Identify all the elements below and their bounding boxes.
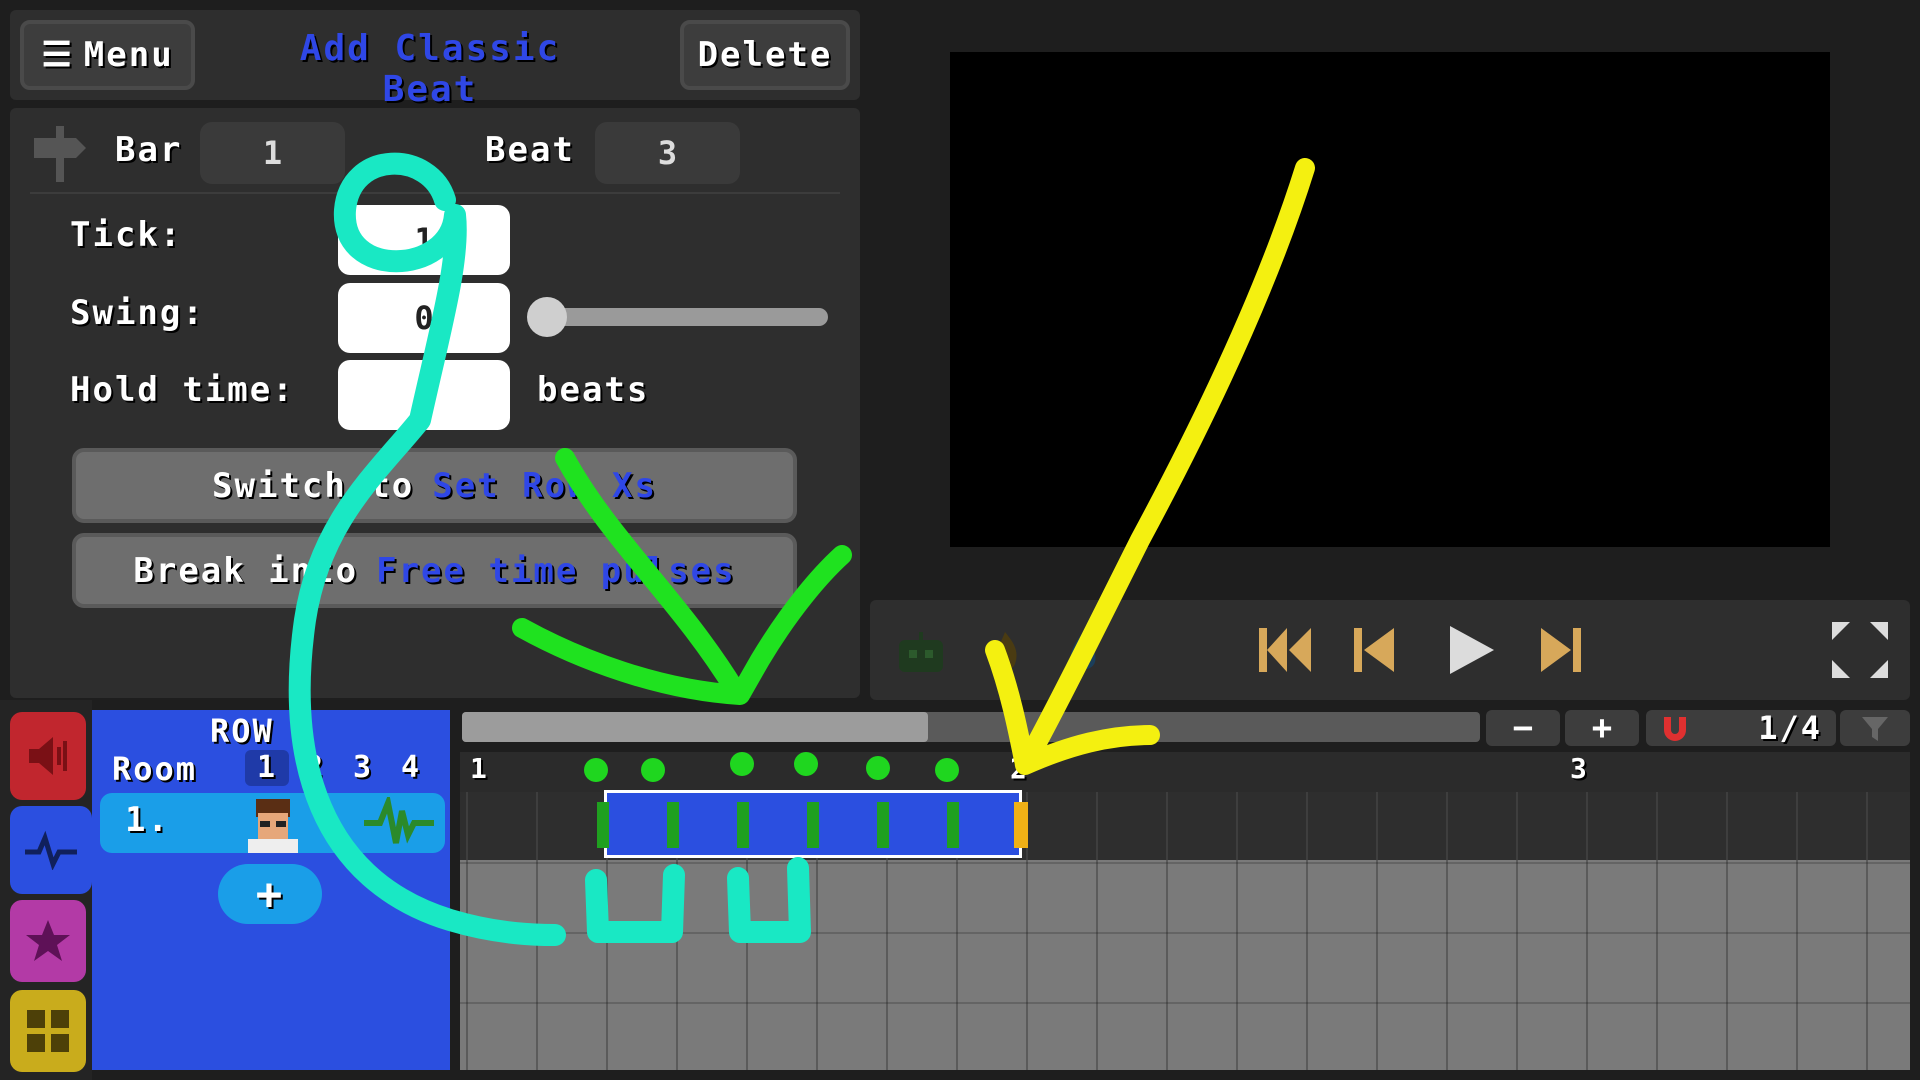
room-2-button[interactable]: 2 xyxy=(293,750,337,786)
magnet-icon xyxy=(1664,717,1686,741)
room-selector: 1 2 3 4 xyxy=(245,750,435,786)
switch-to-set-row-xs-button[interactable]: Switch to Set Row Xs xyxy=(72,448,797,523)
zoom-in-button[interactable]: + xyxy=(1565,708,1639,748)
filter-icon xyxy=(1862,717,1888,741)
robot-icon[interactable] xyxy=(895,630,947,676)
row-waveform-icon xyxy=(362,792,436,849)
preview-screen xyxy=(950,52,1830,547)
menu-button[interactable]: ☰ Menu xyxy=(20,20,195,90)
bar-marker-3: 3 xyxy=(1570,752,1589,785)
speaker-icon xyxy=(29,737,67,775)
menu-label: Menu xyxy=(83,35,174,75)
break-into-free-time-pulses-button[interactable]: Break into Free time pulses xyxy=(72,533,797,608)
beat-dot xyxy=(866,756,890,780)
break-prefix: Break into xyxy=(133,550,359,591)
room-label: Room xyxy=(112,750,198,788)
beat-dot xyxy=(794,752,818,776)
beat-tick xyxy=(597,802,609,848)
swing-label: Swing: xyxy=(70,293,205,333)
divider xyxy=(30,192,840,194)
beat-label: Beat xyxy=(485,130,575,170)
tick-label: Tick: xyxy=(70,215,183,255)
hold-time-label: Hold time: xyxy=(70,370,295,410)
tab-actions[interactable] xyxy=(10,900,86,982)
tab-sounds[interactable] xyxy=(10,712,86,800)
beat-tick xyxy=(947,802,959,848)
zoom-out-button[interactable]: − xyxy=(1486,708,1560,748)
step-forward-icon[interactable] xyxy=(1535,620,1585,680)
row-number: 1. xyxy=(125,800,170,840)
swing-field[interactable]: 0 xyxy=(338,283,510,353)
heartbeat-icon xyxy=(25,830,77,870)
beat-dot xyxy=(641,758,665,782)
delete-button[interactable]: Delete xyxy=(680,20,850,90)
switch-prefix: Switch to xyxy=(212,465,415,506)
bar-label: Bar xyxy=(115,130,183,170)
beat-tick xyxy=(667,802,679,848)
break-link: Free time pulses xyxy=(376,550,736,591)
beat-dot xyxy=(935,758,959,782)
beat-tick xyxy=(737,802,749,848)
snap-button[interactable]: 1/4 xyxy=(1646,709,1836,747)
hold-time-unit: beats xyxy=(537,370,650,410)
hit-marker xyxy=(1014,802,1028,848)
bar-marker-1: 1 xyxy=(470,752,489,785)
swing-slider-track[interactable] xyxy=(530,308,828,326)
beat-field[interactable]: 3 xyxy=(595,122,740,184)
hold-time-field[interactable]: 0 xyxy=(338,360,510,430)
beat-dot xyxy=(584,758,608,782)
ruler xyxy=(460,752,1910,792)
step-back-icon[interactable] xyxy=(1350,620,1400,680)
star-icon xyxy=(26,920,70,961)
signpost-icon xyxy=(28,122,92,186)
tab-rows[interactable] xyxy=(10,806,92,894)
beat-dot xyxy=(730,752,754,776)
beat-tick xyxy=(807,802,819,848)
room-4-button[interactable]: 4 xyxy=(389,750,433,786)
swing-slider-handle[interactable] xyxy=(527,297,567,337)
switch-link: Set Row Xs xyxy=(432,465,657,506)
hamburger-icon: ☰ xyxy=(41,35,74,75)
add-row-button[interactable]: + xyxy=(218,864,322,924)
snap-value: 1/4 xyxy=(1758,709,1822,747)
filter-button[interactable] xyxy=(1840,710,1910,746)
room-3-button[interactable]: 3 xyxy=(341,750,385,786)
event-title: Add Classic Beat xyxy=(299,28,561,110)
play-icon[interactable] xyxy=(1440,620,1500,680)
tab-decorations[interactable] xyxy=(10,990,86,1072)
fullscreen-icon[interactable] xyxy=(1828,618,1892,682)
bar-field[interactable]: 1 xyxy=(200,122,345,184)
tick-field[interactable]: 1 xyxy=(338,205,510,275)
beat-tick xyxy=(877,802,889,848)
grid-icon xyxy=(27,1010,69,1052)
room-1-button[interactable]: 1 xyxy=(245,750,289,786)
bar-marker-2: 2 xyxy=(1010,752,1029,785)
drop-icon[interactable] xyxy=(1065,628,1101,676)
rewind-to-start-icon[interactable] xyxy=(1255,620,1315,680)
timeline-scroll-thumb[interactable] xyxy=(462,712,928,742)
rows-header: ROW xyxy=(210,712,274,750)
flame-icon[interactable] xyxy=(985,628,1025,676)
character-avatar xyxy=(238,795,308,853)
